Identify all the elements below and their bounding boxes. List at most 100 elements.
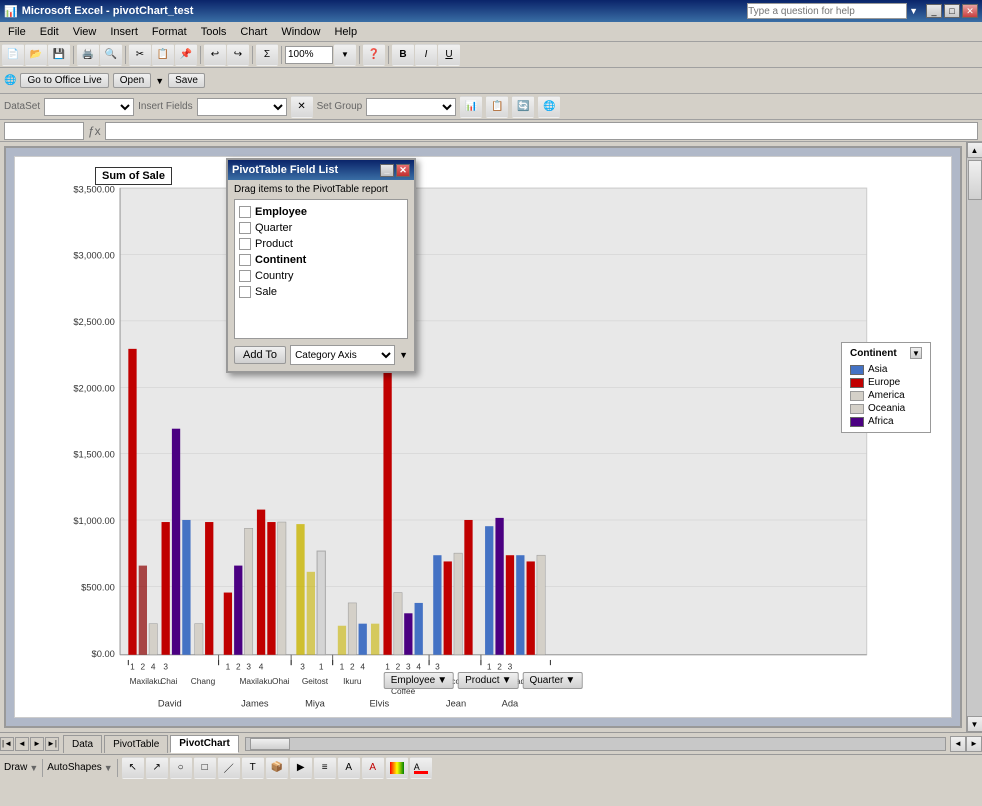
draw-toolbar: Draw ▼ AutoShapes ▼ ↖ ↗ ○ □ ／ T 📦 ▶ ≡ A … — [0, 754, 982, 780]
menu-edit[interactable]: Edit — [34, 25, 65, 39]
svg-text:2: 2 — [141, 661, 146, 671]
field-sale[interactable]: Sale — [239, 284, 403, 300]
close-app-button[interactable]: ✕ — [962, 4, 978, 18]
dataset-select[interactable] — [44, 98, 134, 116]
menu-window[interactable]: Window — [275, 25, 326, 39]
maximize-button[interactable]: □ — [944, 4, 960, 18]
category-axis-select[interactable]: Category Axis — [290, 345, 395, 365]
autoshapes-label[interactable]: AutoShapes — [47, 762, 102, 773]
draw-tool-3[interactable]: ○ — [170, 757, 192, 779]
zoom-input[interactable] — [285, 46, 333, 64]
fill-color-button[interactable] — [386, 757, 408, 779]
preview-button[interactable]: 🔍 — [100, 44, 122, 66]
horizontal-scrollbar[interactable] — [245, 737, 946, 751]
font-color-button[interactable]: A — [410, 757, 432, 779]
scroll-left-button[interactable]: ◄ — [950, 736, 966, 752]
tab-first-button[interactable]: |◄ — [0, 737, 14, 751]
autoshapes-dropdown[interactable]: ▼ — [104, 763, 113, 773]
tab-pivottable-label: PivotTable — [113, 739, 159, 750]
menu-help[interactable]: Help — [328, 25, 363, 39]
help-input[interactable] — [747, 3, 907, 19]
draw-tool-9[interactable]: ≡ — [314, 757, 336, 779]
toolbar-sep-2 — [125, 46, 126, 64]
pivot-tool-2[interactable]: 📊 — [460, 96, 482, 118]
add-to-button[interactable]: Add To — [234, 346, 286, 364]
zoom-dropdown[interactable]: ▼ — [334, 44, 356, 66]
new-button[interactable]: 📄 — [2, 44, 24, 66]
menu-file[interactable]: File — [2, 25, 32, 39]
pivot-tool-3[interactable]: 📋 — [486, 96, 508, 118]
tab-last-button[interactable]: ►| — [45, 737, 59, 751]
field-product[interactable]: Product — [239, 236, 403, 252]
quarter-filter[interactable]: Quarter ▼ — [522, 672, 582, 689]
help-button[interactable]: ❓ — [363, 44, 385, 66]
bold-button[interactable]: B — [392, 44, 414, 66]
field-quarter[interactable]: Quarter — [239, 220, 403, 236]
open-button-office[interactable]: Open — [113, 73, 151, 88]
go-to-office-button[interactable]: Go to Office Live — [20, 73, 108, 88]
app-icon: 📊 — [4, 5, 18, 18]
draw-tool-7[interactable]: 📦 — [266, 757, 288, 779]
save-button-office[interactable]: Save — [168, 73, 205, 88]
draw-tool-8[interactable]: ▶ — [290, 757, 312, 779]
field-country[interactable]: Country — [239, 268, 403, 284]
formula-input[interactable] — [105, 122, 978, 140]
copy-button[interactable]: 📋 — [152, 44, 174, 66]
print-button[interactable]: 🖨️ — [77, 44, 99, 66]
minimize-button[interactable]: _ — [926, 4, 942, 18]
draw-tool-11[interactable]: A — [362, 757, 384, 779]
open-button[interactable]: 📂 — [25, 44, 47, 66]
open-dropdown-icon[interactable]: ▼ — [155, 76, 164, 86]
help-dropdown[interactable]: ▼ — [909, 6, 918, 16]
tab-pivottable[interactable]: PivotTable — [104, 735, 168, 753]
scroll-track-v[interactable] — [967, 158, 982, 716]
legend-title-text: Continent — [850, 348, 897, 359]
product-filter[interactable]: Product ▼ — [458, 672, 518, 689]
scroll-thumb-v[interactable] — [968, 160, 982, 200]
legend-dropdown[interactable]: ▼ — [910, 347, 922, 359]
tab-prev-button[interactable]: ◄ — [15, 737, 29, 751]
dialog-minimize-button[interactable]: _ — [380, 164, 394, 177]
menu-insert[interactable]: Insert — [104, 25, 144, 39]
draw-tool-1[interactable]: ↖ — [122, 757, 144, 779]
save-button[interactable]: 💾 — [48, 44, 70, 66]
set-group-select[interactable] — [366, 98, 456, 116]
underline-button[interactable]: U — [438, 44, 460, 66]
sum-button[interactable]: Σ — [256, 44, 278, 66]
draw-tool-4[interactable]: □ — [194, 757, 216, 779]
employee-filter[interactable]: Employee ▼ — [384, 672, 454, 689]
field-employee[interactable]: Employee — [239, 204, 403, 220]
draw-tool-6[interactable]: T — [242, 757, 264, 779]
pivot-tool-5[interactable]: 🌐 — [538, 96, 560, 118]
insert-fields-select[interactable] — [197, 98, 287, 116]
svg-text:3: 3 — [508, 661, 513, 671]
svg-text:3: 3 — [300, 661, 305, 671]
menu-format[interactable]: Format — [146, 25, 193, 39]
h-scroll-thumb[interactable] — [250, 738, 290, 750]
dialog-close-button[interactable]: ✕ — [396, 164, 410, 177]
svg-text:3: 3 — [163, 661, 168, 671]
menu-tools[interactable]: Tools — [195, 25, 233, 39]
draw-tool-2[interactable]: ↗ — [146, 757, 168, 779]
draw-tool-5[interactable]: ／ — [218, 757, 240, 779]
scroll-up-button[interactable]: ▲ — [967, 142, 982, 158]
menu-view[interactable]: View — [67, 25, 103, 39]
draw-tool-10[interactable]: A — [338, 757, 360, 779]
cut-button[interactable]: ✂ — [129, 44, 151, 66]
redo-button[interactable]: ↪ — [227, 44, 249, 66]
pivot-dialog-title-bar: PivotTable Field List _ ✕ — [228, 160, 414, 180]
tab-next-button[interactable]: ► — [30, 737, 44, 751]
scroll-down-button[interactable]: ▼ — [967, 716, 982, 732]
scroll-right-button[interactable]: ► — [966, 736, 982, 752]
pivot-tool-1[interactable]: ✕ — [291, 96, 313, 118]
tab-pivotchart[interactable]: PivotChart — [170, 735, 239, 753]
tab-data[interactable]: Data — [63, 735, 102, 753]
paste-button[interactable]: 📌 — [175, 44, 197, 66]
field-continent[interactable]: Continent — [239, 252, 403, 268]
undo-button[interactable]: ↩ — [204, 44, 226, 66]
pivot-tool-4[interactable]: 🔄 — [512, 96, 534, 118]
italic-button[interactable]: I — [415, 44, 437, 66]
menu-chart[interactable]: Chart — [234, 25, 273, 39]
name-box[interactable] — [4, 122, 84, 140]
draw-dropdown[interactable]: ▼ — [29, 763, 38, 773]
